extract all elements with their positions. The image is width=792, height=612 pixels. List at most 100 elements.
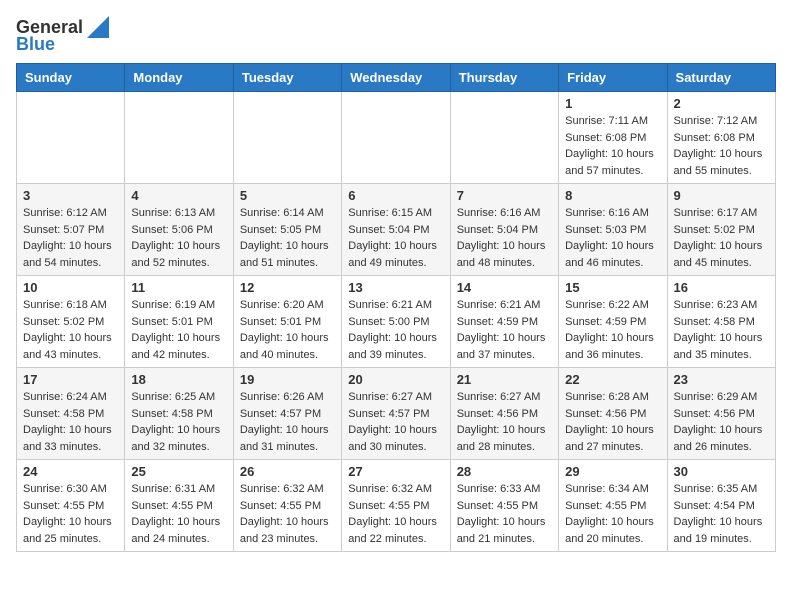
week-row-0: 1 Sunrise: 7:11 AMSunset: 6:08 PMDaylight… (17, 92, 776, 184)
day-number: 19 (240, 372, 335, 387)
day-number: 11 (131, 280, 226, 295)
day-info: Sunrise: 6:27 AMSunset: 4:56 PMDaylight:… (457, 389, 552, 455)
day-cell: 15 Sunrise: 6:22 AMSunset: 4:59 PMDayligh… (559, 276, 667, 368)
day-cell: 30 Sunrise: 6:35 AMSunset: 4:54 PMDayligh… (667, 460, 775, 552)
day-number: 2 (674, 96, 769, 111)
day-info: Sunrise: 6:24 AMSunset: 4:58 PMDaylight:… (23, 389, 118, 455)
day-info: Sunrise: 6:33 AMSunset: 4:55 PMDaylight:… (457, 481, 552, 547)
day-cell: 4 Sunrise: 6:13 AMSunset: 5:06 PMDaylight… (125, 184, 233, 276)
day-number: 3 (23, 188, 118, 203)
day-info: Sunrise: 6:17 AMSunset: 5:02 PMDaylight:… (674, 205, 769, 271)
day-info: Sunrise: 6:27 AMSunset: 4:57 PMDaylight:… (348, 389, 443, 455)
day-info: Sunrise: 6:22 AMSunset: 4:59 PMDaylight:… (565, 297, 660, 363)
day-cell: 17 Sunrise: 6:24 AMSunset: 4:58 PMDayligh… (17, 368, 125, 460)
day-info: Sunrise: 6:18 AMSunset: 5:02 PMDaylight:… (23, 297, 118, 363)
day-number: 23 (674, 372, 769, 387)
day-info: Sunrise: 7:11 AMSunset: 6:08 PMDaylight:… (565, 113, 660, 179)
day-number: 26 (240, 464, 335, 479)
day-cell: 27 Sunrise: 6:32 AMSunset: 4:55 PMDayligh… (342, 460, 450, 552)
day-number: 18 (131, 372, 226, 387)
day-cell: 28 Sunrise: 6:33 AMSunset: 4:55 PMDayligh… (450, 460, 558, 552)
week-row-4: 24 Sunrise: 6:30 AMSunset: 4:55 PMDayligh… (17, 460, 776, 552)
day-info: Sunrise: 6:35 AMSunset: 4:54 PMDaylight:… (674, 481, 769, 547)
day-number: 29 (565, 464, 660, 479)
day-number: 22 (565, 372, 660, 387)
day-number: 15 (565, 280, 660, 295)
day-info: Sunrise: 6:23 AMSunset: 4:58 PMDaylight:… (674, 297, 769, 363)
day-cell: 7 Sunrise: 6:16 AMSunset: 5:04 PMDaylight… (450, 184, 558, 276)
day-info: Sunrise: 6:32 AMSunset: 4:55 PMDaylight:… (348, 481, 443, 547)
day-info: Sunrise: 6:13 AMSunset: 5:06 PMDaylight:… (131, 205, 226, 271)
day-info: Sunrise: 6:20 AMSunset: 5:01 PMDaylight:… (240, 297, 335, 363)
day-cell: 2 Sunrise: 7:12 AMSunset: 6:08 PMDaylight… (667, 92, 775, 184)
logo-icon (87, 16, 109, 38)
weekday-header-sunday: Sunday (17, 64, 125, 92)
day-cell (342, 92, 450, 184)
day-number: 1 (565, 96, 660, 111)
day-info: Sunrise: 6:34 AMSunset: 4:55 PMDaylight:… (565, 481, 660, 547)
day-cell: 12 Sunrise: 6:20 AMSunset: 5:01 PMDayligh… (233, 276, 341, 368)
day-cell: 9Sunrise: 6:17 AMSunset: 5:02 PMDaylight… (667, 184, 775, 276)
day-info: Sunrise: 6:21 AMSunset: 4:59 PMDaylight:… (457, 297, 552, 363)
day-info: Sunrise: 7:12 AMSunset: 6:08 PMDaylight:… (674, 113, 769, 179)
day-number: 24 (23, 464, 118, 479)
day-cell (17, 92, 125, 184)
day-number: 21 (457, 372, 552, 387)
week-row-2: 10 Sunrise: 6:18 AMSunset: 5:02 PMDayligh… (17, 276, 776, 368)
day-cell: 3 Sunrise: 6:12 AMSunset: 5:07 PMDaylight… (17, 184, 125, 276)
day-cell: 1 Sunrise: 7:11 AMSunset: 6:08 PMDaylight… (559, 92, 667, 184)
day-cell: 23 Sunrise: 6:29 AMSunset: 4:56 PMDayligh… (667, 368, 775, 460)
day-info: Sunrise: 6:25 AMSunset: 4:58 PMDaylight:… (131, 389, 226, 455)
day-number: 16 (674, 280, 769, 295)
day-number: 10 (23, 280, 118, 295)
day-cell: 22 Sunrise: 6:28 AMSunset: 4:56 PMDayligh… (559, 368, 667, 460)
day-number: 28 (457, 464, 552, 479)
day-number: 12 (240, 280, 335, 295)
day-cell: 10 Sunrise: 6:18 AMSunset: 5:02 PMDayligh… (17, 276, 125, 368)
weekday-header-monday: Monday (125, 64, 233, 92)
day-info: Sunrise: 6:29 AMSunset: 4:56 PMDaylight:… (674, 389, 769, 455)
day-cell: 6 Sunrise: 6:15 AMSunset: 5:04 PMDaylight… (342, 184, 450, 276)
day-number: 4 (131, 188, 226, 203)
day-number: 7 (457, 188, 552, 203)
day-cell: 13 Sunrise: 6:21 AMSunset: 5:00 PMDayligh… (342, 276, 450, 368)
day-number: 8 (565, 188, 660, 203)
day-info: Sunrise: 6:16 AMSunset: 5:03 PMDaylight:… (565, 205, 660, 271)
logo: General Blue (16, 16, 109, 55)
logo-blue-text: Blue (16, 34, 55, 55)
day-cell: 29 Sunrise: 6:34 AMSunset: 4:55 PMDayligh… (559, 460, 667, 552)
day-cell (450, 92, 558, 184)
weekday-header-saturday: Saturday (667, 64, 775, 92)
day-cell (233, 92, 341, 184)
day-info: Sunrise: 6:16 AMSunset: 5:04 PMDaylight:… (457, 205, 552, 271)
day-number: 20 (348, 372, 443, 387)
day-info: Sunrise: 6:32 AMSunset: 4:55 PMDaylight:… (240, 481, 335, 547)
day-cell: 20 Sunrise: 6:27 AMSunset: 4:57 PMDayligh… (342, 368, 450, 460)
day-info: Sunrise: 6:15 AMSunset: 5:04 PMDaylight:… (348, 205, 443, 271)
day-info: Sunrise: 6:31 AMSunset: 4:55 PMDaylight:… (131, 481, 226, 547)
day-info: Sunrise: 6:30 AMSunset: 4:55 PMDaylight:… (23, 481, 118, 547)
day-cell: 16 Sunrise: 6:23 AMSunset: 4:58 PMDayligh… (667, 276, 775, 368)
calendar: SundayMondayTuesdayWednesdayThursdayFrid… (16, 63, 776, 552)
day-cell: 11Sunrise: 6:19 AMSunset: 5:01 PMDayligh… (125, 276, 233, 368)
day-number: 25 (131, 464, 226, 479)
day-number: 13 (348, 280, 443, 295)
day-number: 17 (23, 372, 118, 387)
weekday-header-tuesday: Tuesday (233, 64, 341, 92)
day-info: Sunrise: 6:21 AMSunset: 5:00 PMDaylight:… (348, 297, 443, 363)
day-number: 27 (348, 464, 443, 479)
day-info: Sunrise: 6:26 AMSunset: 4:57 PMDaylight:… (240, 389, 335, 455)
day-info: Sunrise: 6:14 AMSunset: 5:05 PMDaylight:… (240, 205, 335, 271)
day-cell: 19 Sunrise: 6:26 AMSunset: 4:57 PMDayligh… (233, 368, 341, 460)
day-info: Sunrise: 6:28 AMSunset: 4:56 PMDaylight:… (565, 389, 660, 455)
day-number: 30 (674, 464, 769, 479)
day-info: Sunrise: 6:12 AMSunset: 5:07 PMDaylight:… (23, 205, 118, 271)
day-cell (125, 92, 233, 184)
day-cell: 18 Sunrise: 6:25 AMSunset: 4:58 PMDayligh… (125, 368, 233, 460)
weekday-header-friday: Friday (559, 64, 667, 92)
day-number: 6 (348, 188, 443, 203)
day-cell: 8 Sunrise: 6:16 AMSunset: 5:03 PMDaylight… (559, 184, 667, 276)
week-row-1: 3 Sunrise: 6:12 AMSunset: 5:07 PMDaylight… (17, 184, 776, 276)
day-number: 5 (240, 188, 335, 203)
day-cell: 26 Sunrise: 6:32 AMSunset: 4:55 PMDayligh… (233, 460, 341, 552)
